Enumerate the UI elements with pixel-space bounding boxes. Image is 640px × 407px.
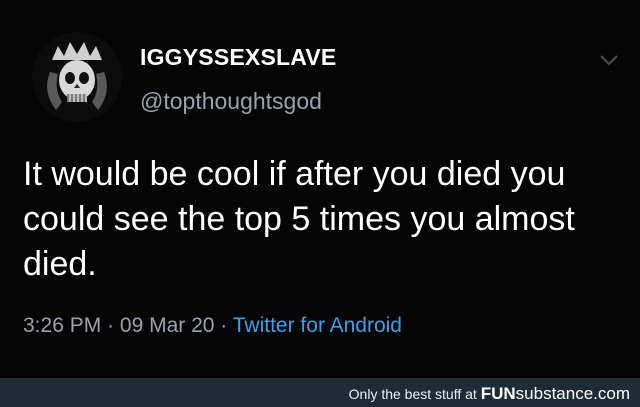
brand-mid: substance (515, 384, 594, 403)
meta-separator: · (220, 314, 233, 337)
tweet-date[interactable]: 09 Mar 20 (120, 314, 215, 337)
tweet-card: IGGYSSEXSLAVE @topthoughtsgod It would b… (0, 0, 640, 378)
watermark-footer: Only the best stuff at FUNsubstance.com (0, 378, 640, 407)
tweet-source-link[interactable]: Twitter for Android (233, 314, 402, 337)
profile-avatar[interactable] (32, 32, 122, 122)
meta-separator: · (107, 314, 120, 337)
display-name[interactable]: IGGYSSEXSLAVE (140, 44, 336, 71)
user-handle[interactable]: @topthoughtsgod (140, 88, 322, 115)
brand-prefix: FUN (480, 384, 516, 403)
skull-crown-avatar-icon (32, 32, 122, 122)
footer-caption: Only the best stuff at (348, 386, 481, 402)
tweet-time[interactable]: 3:26 PM (23, 314, 101, 337)
tweet-meta: 3:26 PM · 09 Mar 20 · Twitter for Androi… (23, 314, 402, 338)
brand-suffix: .com (593, 384, 630, 403)
footer-caption-container: Only the best stuff at FUNsubstance.com (349, 384, 630, 404)
funsubstance-logo-link[interactable]: FUNsubstance.com (481, 384, 630, 403)
tweet-text: It would be cool if after you died you c… (23, 155, 575, 283)
chevron-down-icon[interactable] (598, 52, 620, 68)
